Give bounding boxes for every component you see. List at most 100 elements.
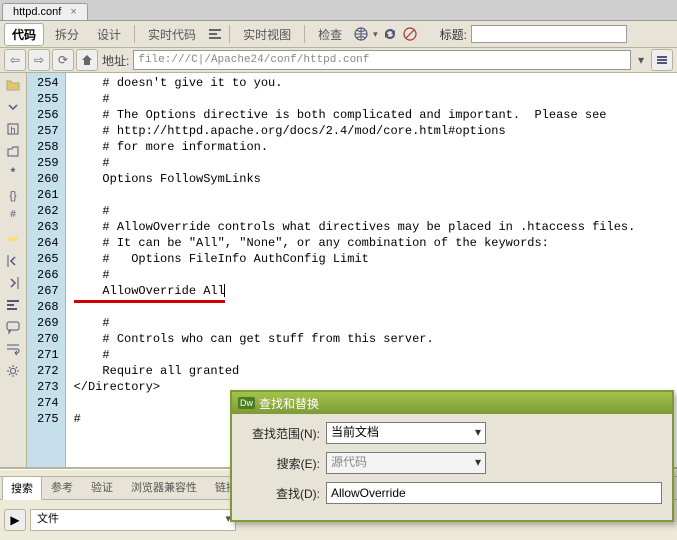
balance-icon[interactable]: {}: [5, 187, 21, 203]
line-number: 260: [37, 171, 59, 187]
dropdown-icon[interactable]: ▾: [373, 29, 378, 40]
home-button[interactable]: [76, 49, 98, 71]
settings-icon[interactable]: [5, 363, 21, 379]
inspect-button[interactable]: 检查: [311, 24, 349, 45]
line-number: 258: [37, 139, 59, 155]
view-toolbar: 代码 拆分 设计 实时代码 实时视图 检查 ▾ 标题:: [0, 21, 677, 48]
find-label: 查找(D):: [242, 485, 320, 502]
address-dropdown-icon[interactable]: ▾: [633, 53, 649, 67]
run-search-button[interactable]: ▶: [4, 509, 26, 531]
svg-text:{}: {}: [9, 190, 17, 202]
live-view-button[interactable]: 实时视图: [236, 24, 298, 45]
code-line[interactable]: #: [74, 347, 636, 363]
open-file-icon[interactable]: [5, 77, 21, 93]
line-number: 254: [37, 75, 59, 91]
format-code-icon[interactable]: [5, 297, 21, 313]
line-number: 263: [37, 219, 59, 235]
separator: [229, 25, 230, 43]
code-line[interactable]: #: [74, 315, 636, 331]
search-type-dropdown[interactable]: 源代码: [326, 452, 486, 474]
refresh-button[interactable]: ⟳: [52, 49, 74, 71]
app-badge-icon: Dw: [238, 397, 255, 409]
file-tab[interactable]: httpd.conf ×: [2, 3, 88, 20]
code-line[interactable]: [74, 187, 636, 203]
live-code-button[interactable]: 实时代码: [141, 24, 203, 45]
address-label: 地址:: [102, 52, 129, 69]
code-line[interactable]: # AllowOverride controls what directives…: [74, 219, 636, 235]
line-number: 255: [37, 91, 59, 107]
scope-label: 查找范围(N):: [242, 425, 320, 442]
tool-palette: h * {} #: [0, 73, 27, 467]
code-line[interactable]: # Controls who can get stuff from this s…: [74, 331, 636, 347]
line-number: 257: [37, 123, 59, 139]
code-line[interactable]: # The Options directive is both complica…: [74, 107, 636, 123]
search-filetype-value: 文件: [37, 513, 59, 525]
code-line[interactable]: AllowOverride All: [74, 283, 636, 299]
select-parent-icon[interactable]: [5, 143, 21, 159]
file-tab-name: httpd.conf: [13, 6, 61, 18]
find-replace-dialog[interactable]: Dw 查找和替换 查找范围(N): 当前文档 搜索(E): 源代码 查找(D):: [230, 390, 674, 522]
separator: [304, 25, 305, 43]
code-line[interactable]: #: [74, 155, 636, 171]
code-line[interactable]: # for more information.: [74, 139, 636, 155]
line-number: 267: [37, 283, 59, 299]
code-line[interactable]: Require all granted: [74, 363, 636, 379]
tab-browser-compat[interactable]: 浏览器兼容性: [122, 475, 206, 499]
forward-button[interactable]: ⇨: [28, 49, 50, 71]
line-number: 262: [37, 203, 59, 219]
search-type-label: 搜索(E):: [242, 455, 320, 472]
code-line[interactable]: # Options FileInfo AuthConfig Limit: [74, 251, 636, 267]
code-line[interactable]: #: [74, 267, 636, 283]
line-number: 271: [37, 347, 59, 363]
code-line[interactable]: # doesn't give it to you.: [74, 75, 636, 91]
code-view-button[interactable]: 代码: [4, 23, 44, 46]
code-line[interactable]: Options FollowSymLinks: [74, 171, 636, 187]
back-button[interactable]: ⇦: [4, 49, 26, 71]
tab-search[interactable]: 搜索: [2, 476, 42, 500]
indent-left-icon[interactable]: [5, 253, 21, 269]
line-number: 265: [37, 251, 59, 267]
scope-dropdown[interactable]: 当前文档: [326, 422, 486, 444]
search-type-value: 源代码: [331, 455, 367, 469]
title-input[interactable]: [471, 25, 627, 43]
line-number: 256: [37, 107, 59, 123]
line-number: 272: [37, 363, 59, 379]
separator: [134, 25, 135, 43]
svg-text:h: h: [10, 125, 15, 135]
code-line[interactable]: #: [74, 91, 636, 107]
tab-reference[interactable]: 参考: [42, 475, 82, 499]
dialog-titlebar[interactable]: Dw 查找和替换: [232, 392, 672, 414]
close-icon[interactable]: ×: [70, 6, 76, 18]
title-label: 标题:: [440, 26, 467, 43]
sync-icon[interactable]: [382, 26, 398, 42]
line-number: 270: [37, 331, 59, 347]
collapse-icon[interactable]: [5, 99, 21, 115]
highlight-icon[interactable]: [5, 231, 21, 247]
format-icon[interactable]: [207, 26, 223, 42]
dialog-title: 查找和替换: [259, 395, 319, 412]
comment-icon[interactable]: [5, 319, 21, 335]
address-input[interactable]: [133, 50, 631, 70]
asterisk-icon[interactable]: *: [5, 165, 21, 181]
code-line[interactable]: #: [74, 203, 636, 219]
line-number: 259: [37, 155, 59, 171]
indent-right-icon[interactable]: [5, 275, 21, 291]
line-number: 273: [37, 379, 59, 395]
find-input[interactable]: [326, 482, 662, 504]
line-number-icon[interactable]: #: [5, 209, 21, 225]
split-view-button[interactable]: 拆分: [48, 24, 86, 45]
code-line[interactable]: # http://httpd.apache.org/docs/2.4/mod/c…: [74, 123, 636, 139]
globe-icon[interactable]: [353, 26, 369, 42]
hint-icon[interactable]: h: [5, 121, 21, 137]
cancel-icon[interactable]: [402, 26, 418, 42]
options-button[interactable]: [651, 49, 673, 71]
tab-validate[interactable]: 验证: [82, 475, 122, 499]
design-view-button[interactable]: 设计: [90, 24, 128, 45]
line-number: 266: [37, 267, 59, 283]
line-number: 264: [37, 235, 59, 251]
wrap-icon[interactable]: [5, 341, 21, 357]
scope-value: 当前文档: [331, 425, 379, 439]
search-filetype-dropdown[interactable]: 文件: [30, 509, 236, 531]
code-line[interactable]: # It can be "All", "None", or any combin…: [74, 235, 636, 251]
line-number: 274: [37, 395, 59, 411]
